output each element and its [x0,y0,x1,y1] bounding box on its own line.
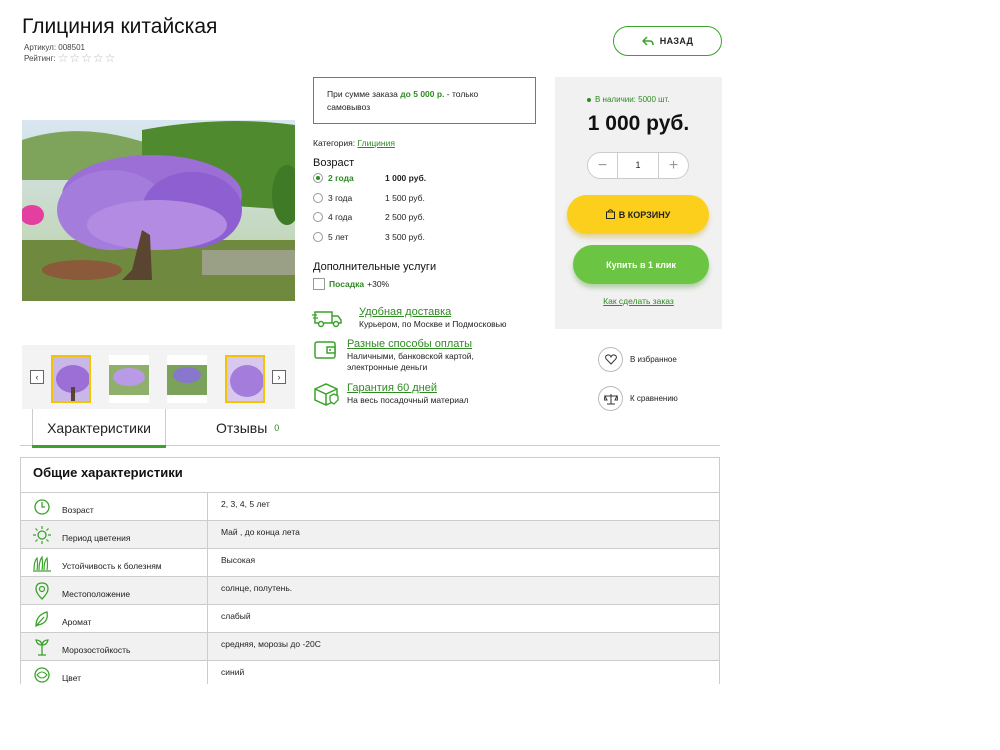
buy-one-click-button[interactable]: Купить в 1 клик [573,245,709,284]
thumbs-next-icon[interactable]: › [272,370,286,384]
back-button-label: НАЗАД [659,36,694,46]
thumbnail-strip: ‹ › [22,345,295,409]
back-button[interactable]: НАЗАД [613,26,722,56]
page-title: Глициния китайская [22,15,218,38]
thumbnail[interactable] [51,355,91,403]
radio-icon[interactable] [313,193,323,203]
table-row: Морозостойкость средняя, морозы до -20С [21,633,719,661]
age-option[interactable]: 2 года 1 000 руб. [313,173,426,183]
product-rating: Рейтинг: ☆ ☆ ☆ ☆ ☆ [24,52,116,64]
heart-icon [598,347,623,372]
add-to-cart-button[interactable]: В КОРЗИНУ [567,195,709,234]
stock-status: В наличии: 5000 шт. [587,95,670,104]
reviews-count: 0 [274,422,280,433]
sun-icon [33,526,51,544]
quantity-stepper: − 1 + [587,152,689,179]
leaves-icon [33,555,51,572]
star-icon[interactable]: ☆ [58,52,69,64]
extra-services-title: Дополнительные услуги [313,261,437,273]
rating-stars[interactable]: ☆ ☆ ☆ ☆ ☆ [58,52,117,64]
product-category: Категория: Глициния [313,138,395,148]
age-clock-icon [34,499,50,515]
shopping-bag-icon [605,208,615,221]
table-row: Аромат слабый [21,605,719,633]
feature-guarantee: Гарантия 60 дней На весь посадочный мате… [312,382,469,406]
thumbnail[interactable] [109,355,149,403]
tab-reviews[interactable]: Отзывы 0 [216,409,279,446]
thumbnail[interactable] [167,355,207,403]
feature-title[interactable]: Удобная доставка [359,306,506,318]
planting-checkbox[interactable] [313,278,325,290]
stock-dot-icon [587,97,591,102]
specs-table: Общие характеристики Возраст 2, 3, 4, 5 … [20,457,720,684]
feature-desc: Наличными, банковской картой, электронны… [347,351,474,372]
buy-box: В наличии: 5000 шт. 1 000 руб. − 1 + В К… [555,77,722,329]
category-link[interactable]: Глициния [357,138,395,148]
table-row: Период цветения Май , до конца лета [21,521,719,549]
table-row: Устойчивость к болезням Высокая [21,549,719,577]
product-main-image[interactable] [22,120,295,301]
star-icon[interactable]: ☆ [69,52,80,64]
add-to-favorites-button[interactable]: В избранное [598,347,677,372]
table-row: Цвет синий [21,661,719,684]
scales-icon [598,386,623,411]
feature-delivery: Удобная доставка Курьером, по Москве и П… [312,306,506,330]
location-icon [35,582,49,600]
thumbnail[interactable] [225,355,265,403]
promo-amount: до 5 000 р. [400,89,445,99]
delivery-truck-icon [312,311,342,328]
promo-notice: При сумме заказа до 5 000 р. - только са… [313,77,536,124]
quantity-input[interactable]: 1 [617,153,659,178]
rating-label: Рейтинг: [24,53,56,63]
add-to-compare-button[interactable]: К сравнению [598,386,678,411]
tab-characteristics[interactable]: Характеристики [32,409,166,448]
age-option[interactable]: 5 лет 3 500 руб. [313,232,425,242]
back-arrow-icon [641,35,654,46]
color-palette-icon [34,667,50,683]
wallet-icon [314,341,336,359]
star-icon[interactable]: ☆ [105,52,116,64]
how-to-order-link[interactable]: Как сделать заказ [555,296,722,306]
feature-title[interactable]: Разные способы оплаты [347,338,497,350]
table-row: Местоположение солнце, полутень. [21,577,719,605]
age-option[interactable]: 4 года 2 500 руб. [313,212,425,222]
feature-title[interactable]: Гарантия 60 дней [347,382,469,394]
guarantee-box-icon [314,383,339,406]
feature-desc: На весь посадочный материал [347,395,469,405]
feature-desc: Курьером, по Москве и Подмосковью [359,319,507,329]
thumbs-prev-icon[interactable]: ‹ [30,370,44,384]
product-tabs: Характеристики Отзывы 0 [20,409,720,448]
radio-selected-icon[interactable] [313,173,323,183]
aroma-leaf-icon [35,611,48,628]
table-row: Возраст 2, 3, 4, 5 лет [21,493,719,521]
star-icon[interactable]: ☆ [93,52,104,64]
planting-option[interactable]: Посадка +30% [313,278,389,290]
radio-icon[interactable] [313,212,323,222]
radio-icon[interactable] [313,232,323,242]
product-price: 1 000 руб. [587,112,690,135]
minus-icon[interactable]: − [588,157,617,175]
plus-icon[interactable]: + [659,157,688,175]
specs-title: Общие характеристики [21,458,719,493]
feature-payment: Разные способы оплаты Наличными, банковс… [312,338,497,373]
age-title: Возраст [313,157,355,169]
age-option[interactable]: 3 года 1 500 руб. [313,193,425,203]
frost-plant-icon [35,639,49,656]
star-icon[interactable]: ☆ [81,52,92,64]
